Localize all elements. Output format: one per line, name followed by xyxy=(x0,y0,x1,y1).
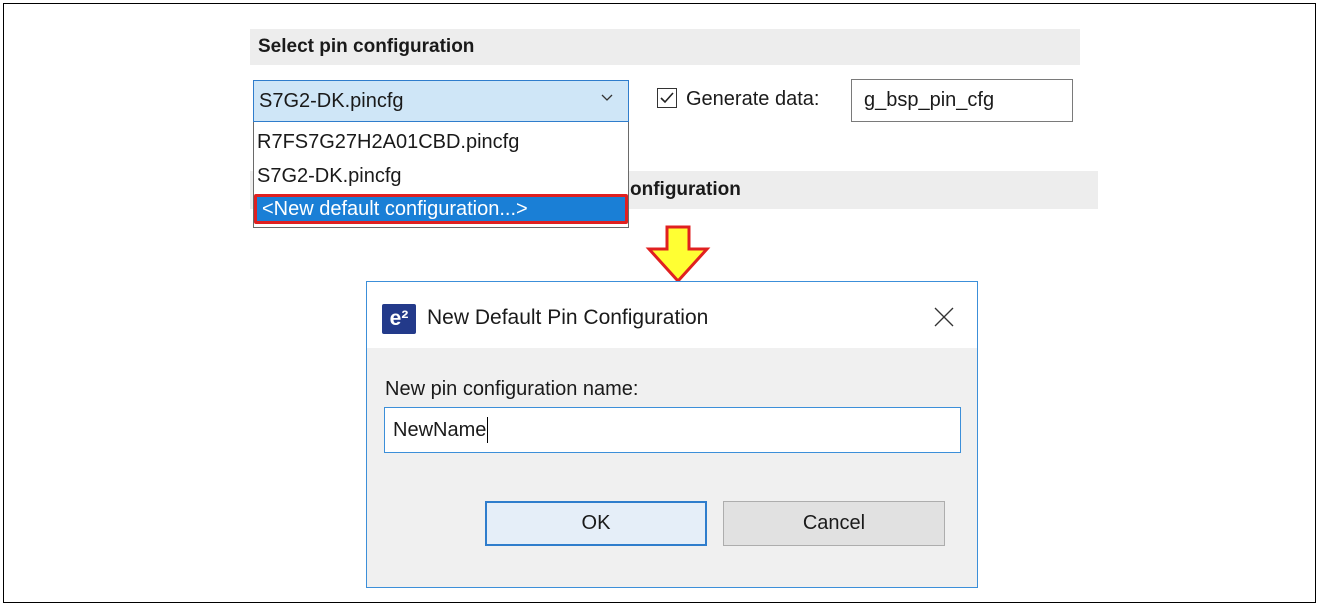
dialog-title: New Default Pin Configuration xyxy=(427,306,709,329)
section-header-label: Select pin configuration xyxy=(258,36,475,57)
dialog-title-bar: e² New Default Pin Configuration xyxy=(367,282,977,348)
combo-selected-value: S7G2-DK.pincfg xyxy=(259,89,404,112)
section-header-select-pin-configuration: Select pin configuration xyxy=(250,29,1080,65)
text-caret xyxy=(487,417,489,443)
section-header-partial-label: onfiguration xyxy=(630,179,741,200)
e2-logo-icon: e² xyxy=(382,304,416,334)
cancel-button[interactable]: Cancel xyxy=(723,501,945,546)
dropdown-option[interactable]: S7G2-DK.pincfg xyxy=(257,161,402,191)
down-arrow-icon xyxy=(645,225,711,284)
ok-button[interactable]: OK xyxy=(485,501,707,546)
generate-data-checkbox[interactable] xyxy=(657,88,677,108)
config-name-label: New pin configuration name: xyxy=(385,378,639,400)
new-default-pin-config-dialog: e² New Default Pin Configuration New pin… xyxy=(366,281,978,588)
dropdown-option[interactable]: R7FS7G27H2A01CBD.pincfg xyxy=(257,127,519,157)
generate-data-value: g_bsp_pin_cfg xyxy=(864,89,995,111)
dialog-body: New pin configuration name: NewName OK C… xyxy=(367,348,977,587)
config-name-input[interactable]: NewName xyxy=(384,407,961,453)
generate-data-label: Generate data: xyxy=(686,88,820,110)
pin-config-dropdown-list: R7FS7G27H2A01CBD.pincfg S7G2-DK.pincfg <… xyxy=(253,122,629,228)
chevron-down-icon[interactable] xyxy=(600,91,614,105)
close-icon[interactable] xyxy=(933,306,955,328)
dropdown-option-new-default-configuration[interactable]: <New default configuration...> xyxy=(254,194,628,224)
pin-config-combo[interactable]: S7G2-DK.pincfg xyxy=(253,80,629,122)
config-name-value: NewName xyxy=(393,418,487,441)
checkmark-icon xyxy=(660,92,674,104)
generate-data-input[interactable]: g_bsp_pin_cfg xyxy=(851,79,1073,122)
